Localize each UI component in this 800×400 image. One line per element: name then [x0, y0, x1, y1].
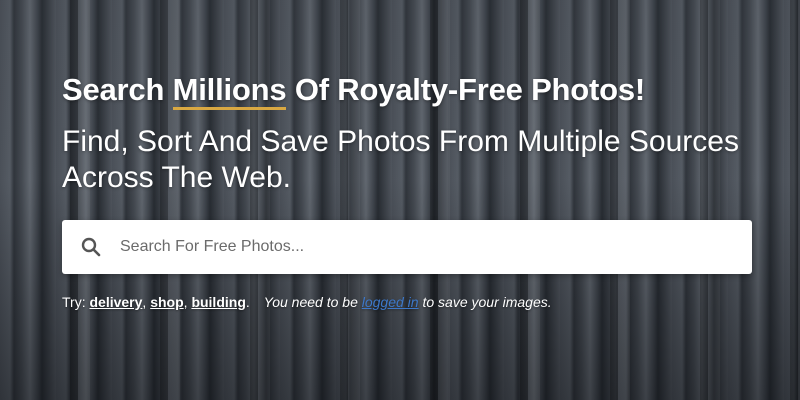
hero-subheadline: Find, Sort And Save Photos From Multiple…: [62, 125, 739, 194]
hero-headline: Search Millions Of Royalty-Free Photos!: [62, 70, 752, 110]
suggestions-label: Try:: [62, 294, 86, 310]
hero-content: Search Millions Of Royalty-Free Photos! …: [62, 70, 752, 196]
headline-highlight: Millions: [172, 72, 287, 110]
search-bar[interactable]: [62, 220, 752, 274]
hero-background-image: [0, 0, 800, 400]
login-link[interactable]: logged in: [362, 294, 419, 310]
suggestion-link-shop[interactable]: shop: [150, 294, 183, 310]
headline-text-before: Search: [62, 72, 173, 107]
suggestion-link-delivery[interactable]: delivery: [89, 294, 142, 310]
search-icon[interactable]: [62, 237, 120, 257]
search-input[interactable]: [120, 220, 752, 274]
headline-text-after: Of Royalty-Free Photos!: [286, 72, 646, 107]
login-notice: You need to be logged in to save your im…: [263, 294, 552, 310]
suggestion-link-building[interactable]: building: [191, 294, 245, 310]
search-suggestions: Try: delivery, shop, building. You need …: [62, 294, 552, 310]
